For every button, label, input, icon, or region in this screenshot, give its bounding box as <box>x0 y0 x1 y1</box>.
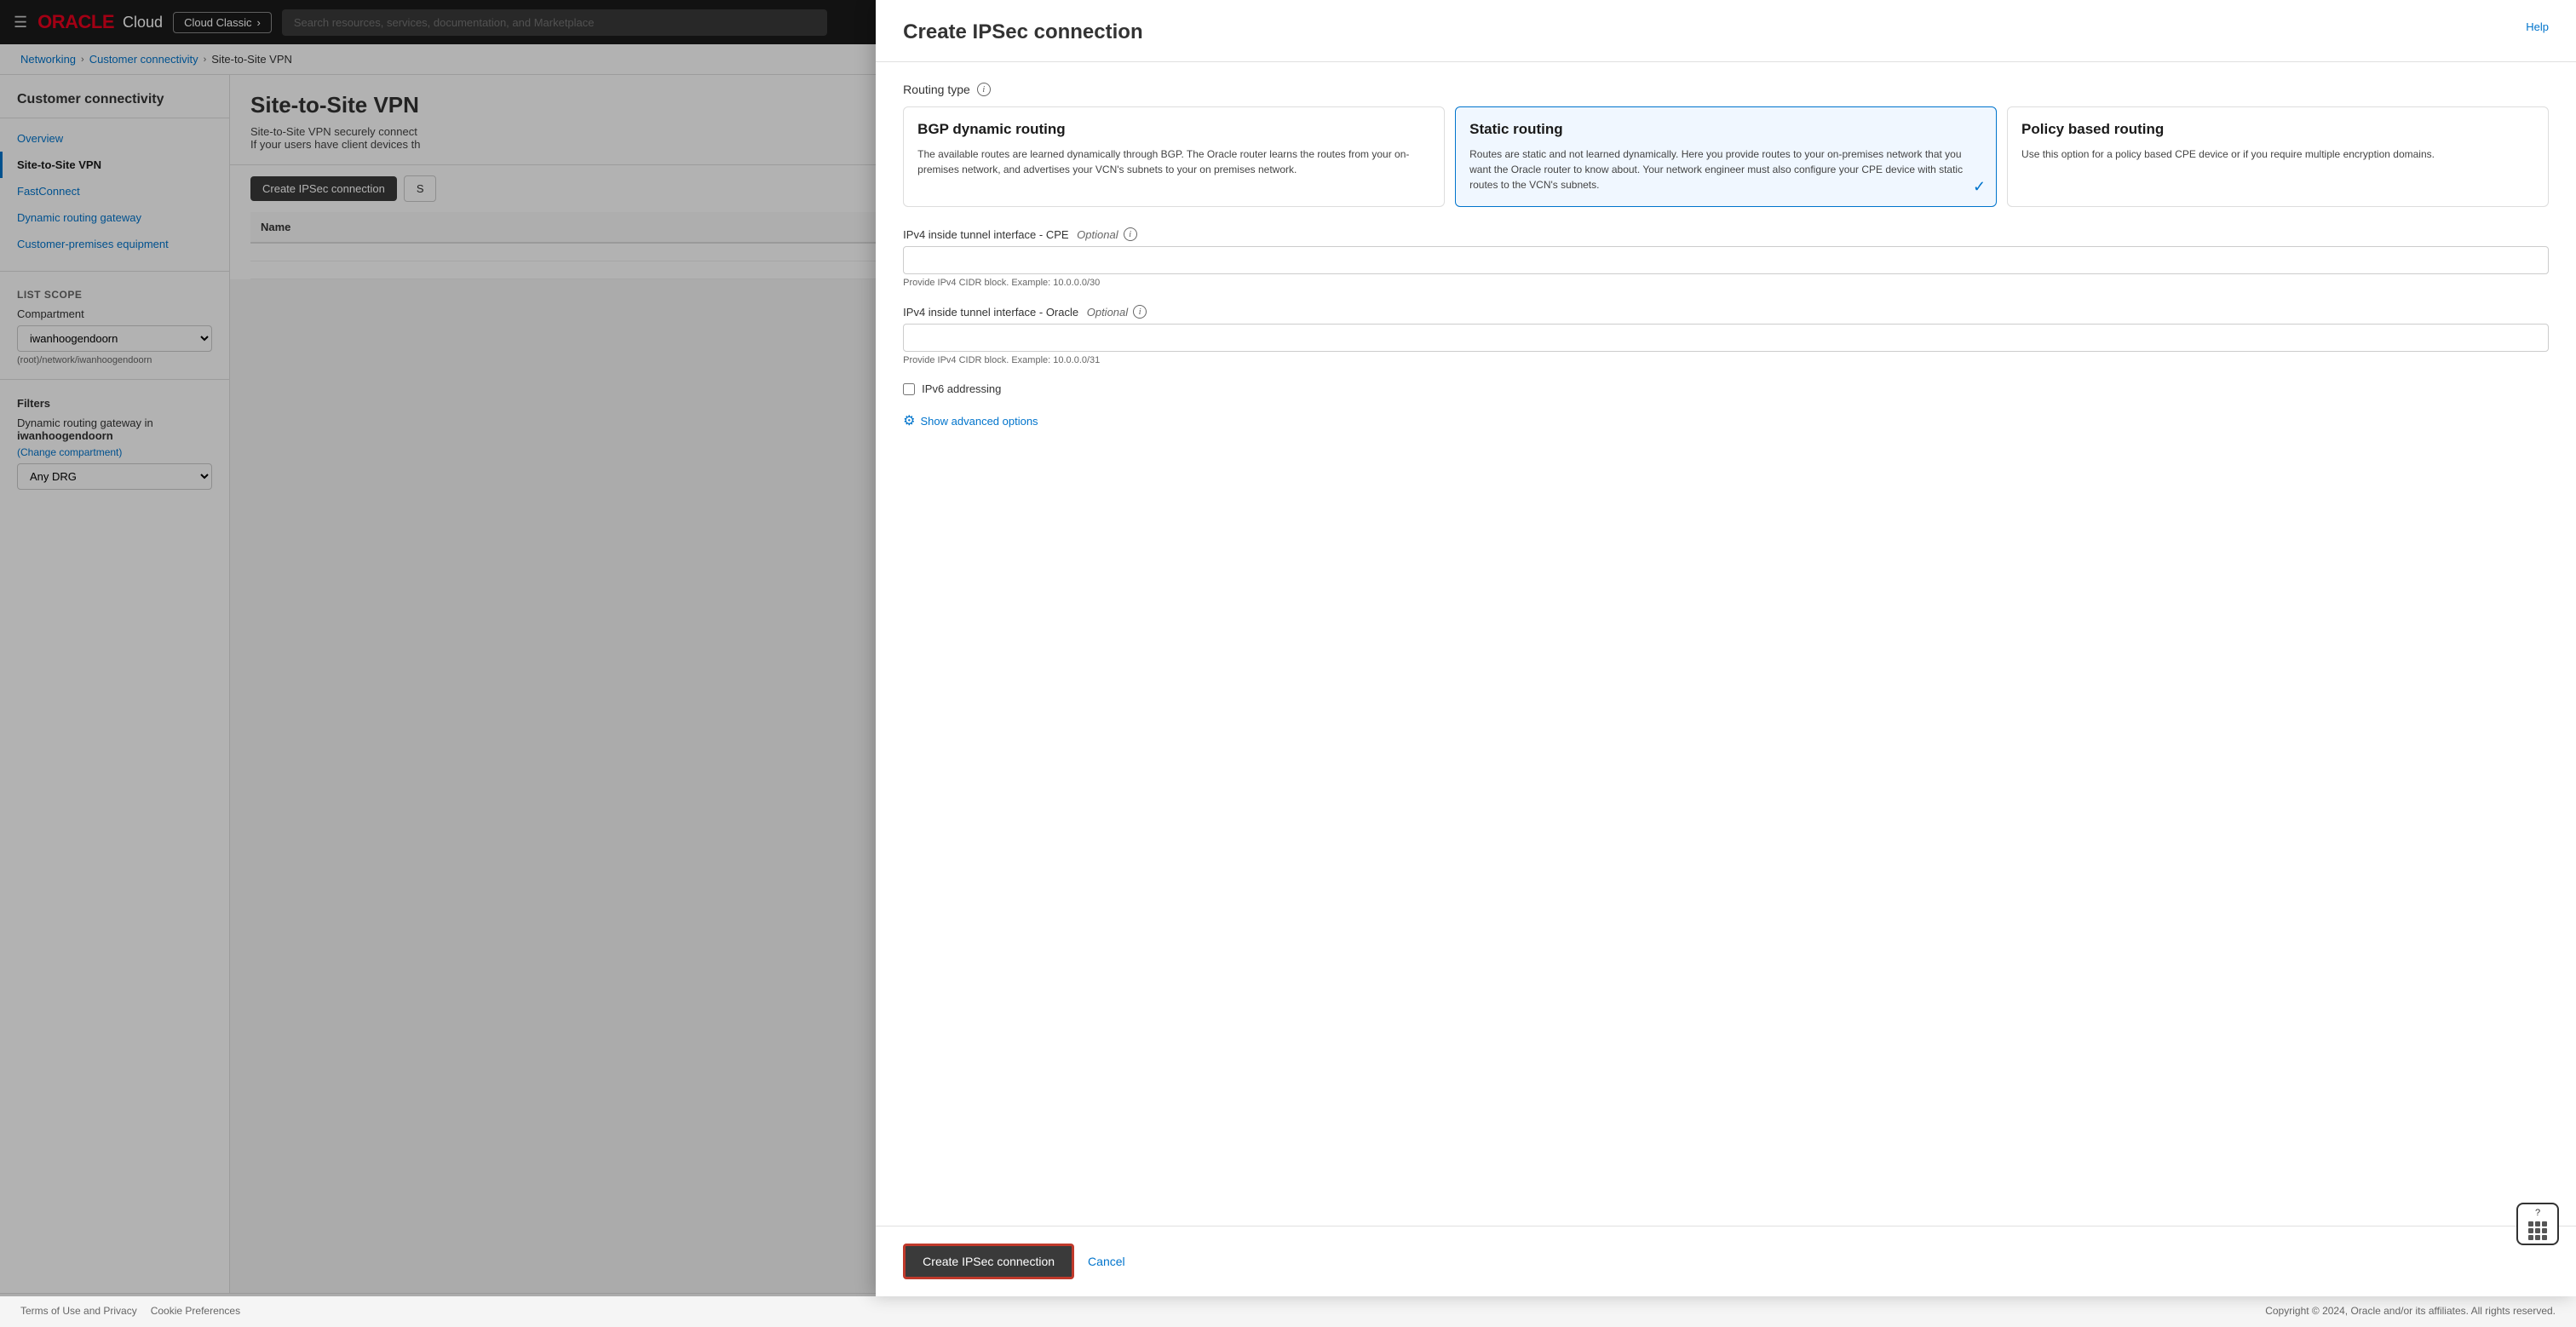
ipv4-oracle-info-icon[interactable]: i <box>1133 305 1147 319</box>
ipv4-cpe-input[interactable] <box>903 246 2549 274</box>
policy-card-title: Policy based routing <box>2021 121 2534 138</box>
ipv6-label[interactable]: IPv6 addressing <box>922 382 1001 395</box>
ipv4-cpe-group: IPv4 inside tunnel interface - CPE Optio… <box>903 227 2549 288</box>
bgp-card-title: BGP dynamic routing <box>917 121 1430 138</box>
static-card-checkmark: ✓ <box>1973 178 1986 196</box>
create-ipsec-modal: Create IPSec connection Help Routing typ… <box>876 0 2576 1296</box>
ipv4-oracle-input[interactable] <box>903 324 2549 352</box>
footer-links: Terms of Use and Privacy Cookie Preferen… <box>20 1305 240 1317</box>
routing-type-info-icon[interactable]: i <box>977 83 991 96</box>
settings-icon: ⚙ <box>903 412 915 429</box>
ipv4-oracle-label: IPv4 inside tunnel interface - Oracle Op… <box>903 305 2549 319</box>
ipv4-cpe-optional: Optional <box>1074 228 1118 241</box>
modal-title: Create IPSec connection <box>903 20 1142 44</box>
ipv4-cpe-info-icon[interactable]: i <box>1124 227 1137 241</box>
ipv6-checkbox-row: IPv6 addressing <box>903 382 2549 395</box>
policy-routing-card[interactable]: Policy based routing Use this option for… <box>2007 106 2549 207</box>
modal-body: Routing type i BGP dynamic routing The a… <box>876 62 2576 1226</box>
static-card-title: Static routing <box>1469 121 1982 138</box>
ipv6-checkbox[interactable] <box>903 383 915 395</box>
footer-copyright: Copyright © 2024, Oracle and/or its affi… <box>2265 1305 2556 1317</box>
modal-create-ipsec-button[interactable]: Create IPSec connection <box>903 1244 1074 1279</box>
modal-help-link[interactable]: Help <box>2526 20 2549 33</box>
bgp-routing-card[interactable]: BGP dynamic routing The available routes… <box>903 106 1445 207</box>
ipv4-cpe-label: IPv4 inside tunnel interface - CPE Optio… <box>903 227 2549 241</box>
static-card-desc: Routes are static and not learned dynami… <box>1469 146 1982 192</box>
ipv4-oracle-group: IPv4 inside tunnel interface - Oracle Op… <box>903 305 2549 365</box>
advanced-options-row: ⚙ Show advanced options <box>903 412 2549 429</box>
terms-link[interactable]: Terms of Use and Privacy <box>20 1305 137 1317</box>
ipv4-cpe-hint: Provide IPv4 CIDR block. Example: 10.0.0… <box>903 278 2549 288</box>
bgp-card-desc: The available routes are learned dynamic… <box>917 146 1430 177</box>
show-advanced-options-link[interactable]: ⚙ Show advanced options <box>903 412 2549 429</box>
modal-cancel-button[interactable]: Cancel <box>1088 1255 1125 1268</box>
help-widget-icon: ? <box>2535 1208 2540 1218</box>
page-footer: Terms of Use and Privacy Cookie Preferen… <box>0 1293 2576 1327</box>
modal-footer: Create IPSec connection Cancel <box>876 1226 2576 1296</box>
help-widget-grid <box>2528 1221 2547 1240</box>
routing-type-label: Routing type i <box>903 83 2549 96</box>
modal-header: Create IPSec connection Help <box>876 0 2576 62</box>
routing-cards: BGP dynamic routing The available routes… <box>903 106 2549 207</box>
help-widget[interactable]: ? <box>2516 1203 2559 1245</box>
ipv4-oracle-optional: Optional <box>1084 306 1128 319</box>
ipv4-oracle-hint: Provide IPv4 CIDR block. Example: 10.0.0… <box>903 355 2549 365</box>
cookies-link[interactable]: Cookie Preferences <box>151 1305 240 1317</box>
policy-card-desc: Use this option for a policy based CPE d… <box>2021 146 2534 162</box>
static-routing-card[interactable]: Static routing Routes are static and not… <box>1455 106 1997 207</box>
